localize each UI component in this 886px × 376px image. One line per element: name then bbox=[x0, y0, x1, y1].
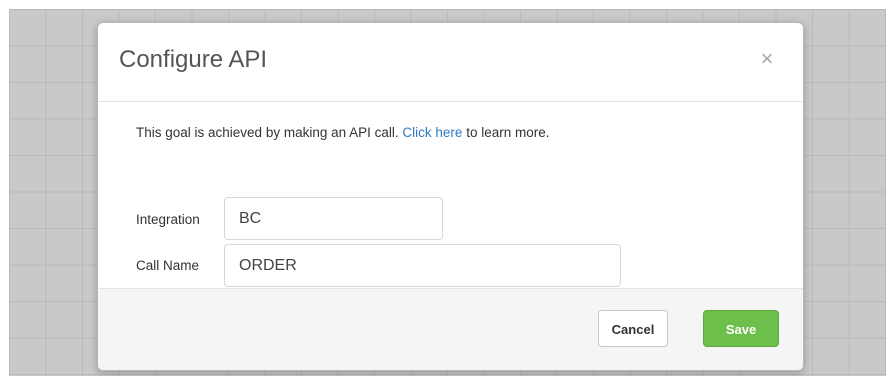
configure-api-dialog: Configure API × This goal is achieved by… bbox=[97, 22, 804, 371]
cancel-button[interactable]: Cancel bbox=[598, 310, 668, 347]
dialog-footer: Cancel Save bbox=[98, 288, 803, 370]
intro-text: This goal is achieved by making an API c… bbox=[136, 125, 550, 140]
learn-more-link[interactable]: Click here bbox=[402, 125, 462, 140]
dialog-header: Configure API × bbox=[98, 23, 803, 102]
integration-input[interactable] bbox=[224, 197, 443, 240]
close-icon[interactable]: × bbox=[757, 47, 777, 71]
save-button[interactable]: Save bbox=[703, 310, 779, 347]
intro-suffix: to learn more. bbox=[466, 125, 550, 140]
intro-prefix: This goal is achieved by making an API c… bbox=[136, 125, 399, 140]
call-name-label: Call Name bbox=[136, 258, 200, 273]
integration-label: Integration bbox=[136, 212, 200, 227]
call-name-input[interactable] bbox=[224, 244, 621, 287]
dialog-body: This goal is achieved by making an API c… bbox=[98, 102, 803, 290]
dialog-title: Configure API bbox=[119, 46, 268, 73]
